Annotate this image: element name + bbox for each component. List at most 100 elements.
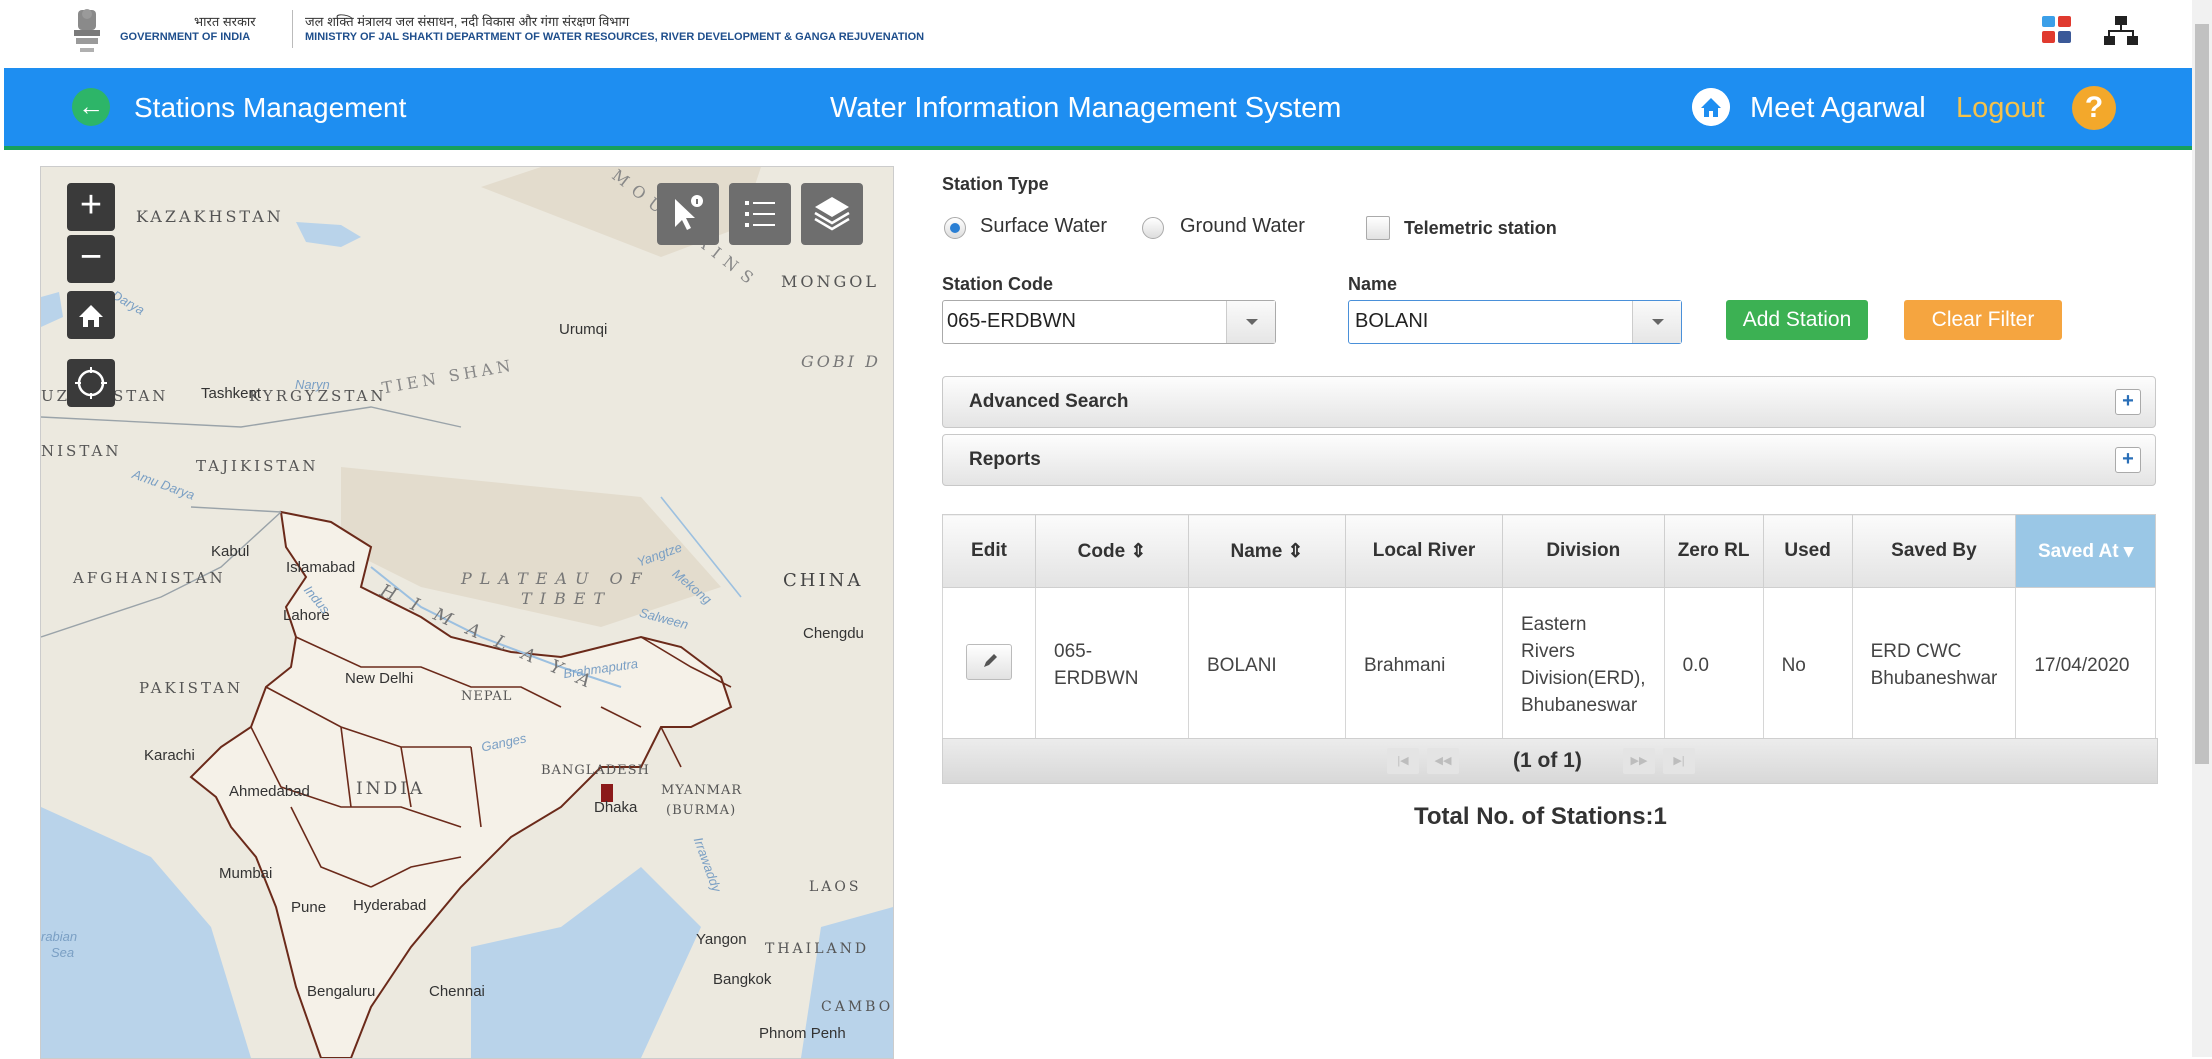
cell-local-river: Brahmani xyxy=(1345,587,1503,743)
map-basemap xyxy=(41,167,893,1058)
map-label-gobi: GOBI D xyxy=(801,352,881,371)
zoom-out-button[interactable]: − xyxy=(67,235,115,283)
next-page-button[interactable]: ▶▶ xyxy=(1623,748,1655,774)
add-station-button[interactable]: Add Station xyxy=(1726,300,1868,340)
map-label-thailand: THAILAND xyxy=(765,941,870,957)
plus-icon[interactable]: + xyxy=(2115,447,2141,473)
table-row: 065-ERDBWN BOLANI Brahmani Eastern River… xyxy=(942,587,2156,743)
advanced-search-panel[interactable]: Advanced Search + xyxy=(942,376,2156,428)
ministry-english-label: MINISTRY OF JAL SHAKTI DEPARTMENT OF WAT… xyxy=(305,31,925,43)
column-header-name[interactable]: Name ⇕ xyxy=(1188,514,1346,588)
map-label-sea: Sea xyxy=(51,945,75,960)
layers-icon xyxy=(814,197,850,231)
identify-tool-button[interactable] xyxy=(657,183,719,245)
page-scrollbar[interactable] xyxy=(2192,0,2212,1057)
station-map[interactable]: KAZAKHSTAN MONGOL ALTAY MOUNTAINS GOBI D… xyxy=(40,166,894,1059)
ministry-hindi-label: जल शक्ति मंत्रालय जल संसाधन, नदी विकास औ… xyxy=(305,14,630,29)
list-icon xyxy=(745,201,775,227)
scrollbar-thumb[interactable] xyxy=(2195,24,2209,764)
cell-saved-at: 17/04/2020 xyxy=(2015,587,2156,743)
stations-table: Edit Code ⇕ Name ⇕ Local River Division … xyxy=(942,514,2156,743)
pencil-icon xyxy=(984,653,997,667)
home-icon[interactable] xyxy=(1692,88,1730,126)
column-header-code[interactable]: Code ⇕ xyxy=(1035,514,1189,588)
government-english-label: GOVERNMENT OF INDIA xyxy=(120,31,251,43)
reports-title[interactable]: Reports xyxy=(969,449,1041,471)
surface-water-label[interactable]: Surface Water xyxy=(980,215,1107,238)
city-dhaka: Dhaka xyxy=(594,799,638,816)
city-bengaluru: Bengaluru xyxy=(307,983,376,1000)
column-header-zero-rl: Zero RL xyxy=(1663,514,1764,588)
government-header: भारत सरकार GOVERNMENT OF INDIA जल शक्ति … xyxy=(0,0,2192,68)
locate-button[interactable] xyxy=(67,359,115,407)
map-label-nepal: NEPAL xyxy=(461,689,513,704)
chevron-down-icon[interactable] xyxy=(1632,301,1681,343)
map-label-arabian: rabian xyxy=(41,929,78,944)
identify-cursor-icon xyxy=(675,195,703,230)
social-media-icon[interactable] xyxy=(2040,14,2074,46)
first-page-button[interactable]: |◀ xyxy=(1387,748,1419,774)
telemetric-station-label[interactable]: Telemetric station xyxy=(1404,218,1557,239)
chevron-down-icon[interactable] xyxy=(1226,301,1275,343)
home-extent-button[interactable] xyxy=(67,291,115,339)
total-stations-count: Total No. of Stations:1 xyxy=(1414,803,1667,830)
column-header-division: Division xyxy=(1502,514,1665,588)
locate-icon xyxy=(75,367,107,399)
app-title: Water Information Management System xyxy=(830,92,1342,124)
map-label-afghanistan: AFGHANISTAN xyxy=(73,569,226,587)
page-indicator: (1 of 1) xyxy=(1513,749,1582,772)
map-label-tajikistan: TAJIKISTAN xyxy=(196,457,319,475)
column-header-used: Used xyxy=(1762,514,1853,588)
layers-button[interactable] xyxy=(801,183,863,245)
edit-cell xyxy=(942,587,1036,743)
sitemap-icon[interactable] xyxy=(2104,14,2138,46)
column-header-local-river: Local River xyxy=(1345,514,1503,588)
telemetric-station-checkbox[interactable] xyxy=(1366,216,1390,240)
station-code-dropdown[interactable]: 065-ERDBWN xyxy=(942,300,1276,344)
map-label-burma: (BURMA) xyxy=(666,803,737,818)
clear-filter-button[interactable]: Clear Filter xyxy=(1904,300,2062,340)
name-value: BOLANI xyxy=(1355,310,1429,332)
station-type-label: Station Type xyxy=(942,174,1049,194)
help-icon[interactable]: ? xyxy=(2072,86,2116,130)
city-islamabad: Islamabad xyxy=(286,559,356,576)
map-label-pakistan: PAKISTAN xyxy=(139,679,244,697)
plus-icon[interactable]: + xyxy=(2115,389,2141,415)
map-label-cambo: CAMBO xyxy=(821,999,894,1015)
cell-zero-rl: 0.0 xyxy=(1663,587,1764,743)
city-hyderabad: Hyderabad xyxy=(353,897,427,914)
city-pune: Pune xyxy=(291,899,327,916)
edit-button[interactable] xyxy=(966,643,1012,680)
name-dropdown[interactable]: BOLANI xyxy=(1348,300,1682,344)
ground-water-radio[interactable] xyxy=(1142,217,1164,239)
cell-division: Eastern Rivers Division(ERD), Bhubaneswa… xyxy=(1502,587,1665,743)
ground-water-label[interactable]: Ground Water xyxy=(1180,215,1305,238)
legend-list-button[interactable] xyxy=(729,183,791,245)
station-code-value: 065-ERDBWN xyxy=(947,310,1076,332)
city-chengdu: Chengdu xyxy=(803,625,864,642)
cell-code: 065-ERDBWN xyxy=(1035,587,1189,743)
cell-used: No xyxy=(1762,587,1853,743)
table-paginator: |◀ ◀◀ (1 of 1) ▶▶ ▶| xyxy=(942,738,2158,784)
advanced-search-title[interactable]: Advanced Search xyxy=(969,391,1128,413)
map-label-india: INDIA xyxy=(356,779,426,799)
reports-panel[interactable]: Reports + xyxy=(942,434,2156,486)
column-header-saved-by: Saved By xyxy=(1851,514,2017,588)
table-header-row: Edit Code ⇕ Name ⇕ Local River Division … xyxy=(942,514,2156,588)
previous-page-button[interactable]: ◀◀ xyxy=(1427,748,1459,774)
city-yangon: Yangon xyxy=(696,931,747,948)
last-page-button[interactable]: ▶| xyxy=(1663,748,1695,774)
user-name[interactable]: Meet Agarwal xyxy=(1750,92,1926,125)
city-ahmedabad: Ahmedabad xyxy=(229,783,310,800)
logout-link[interactable]: Logout xyxy=(1956,92,2045,125)
city-mumbai: Mumbai xyxy=(219,865,273,882)
cell-saved-by: ERD CWC Bhubaneshwar xyxy=(1851,587,2017,743)
cell-name: BOLANI xyxy=(1188,587,1346,743)
column-header-saved-at[interactable]: Saved At ▾ xyxy=(2015,514,2156,588)
zoom-in-button[interactable]: + xyxy=(67,183,115,231)
surface-water-radio[interactable] xyxy=(944,217,966,239)
station-code-label: Station Code xyxy=(942,274,1053,294)
city-urumqi: Urumqi xyxy=(559,321,608,338)
back-arrow-icon[interactable]: ← xyxy=(72,88,110,126)
map-label-stan: STAN xyxy=(113,387,169,405)
